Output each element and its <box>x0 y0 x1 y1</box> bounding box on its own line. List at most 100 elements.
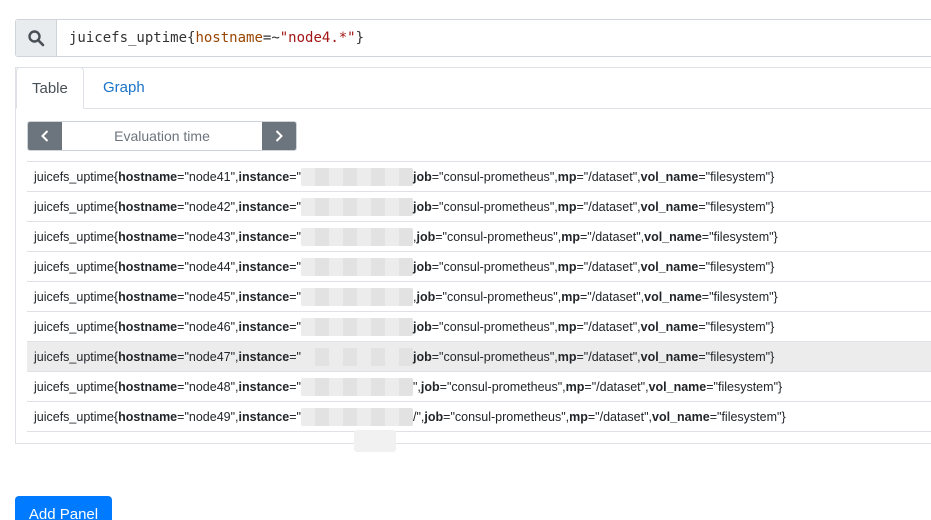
value-mp: /dataset <box>591 289 637 304</box>
expression-input[interactable]: juicefs_uptime{hostname =~ "node4.*"} <box>57 20 931 56</box>
label-vol-name: vol_name <box>644 289 702 304</box>
series-metric: juicefs_uptime <box>34 169 114 184</box>
label-job: job <box>420 379 440 394</box>
label-mp: mp <box>557 199 577 214</box>
table-row: juicefs_uptime{hostname =" node43 ", instan… <box>27 222 931 252</box>
table-row: juicefs_uptime{hostname =" node47 ", instan… <box>27 342 931 372</box>
instance-separator: ", <box>413 379 421 394</box>
label-mp: mp <box>565 379 585 394</box>
redacted-instance <box>301 287 413 306</box>
search-icon <box>28 30 45 47</box>
label-instance: instance <box>238 259 290 274</box>
series-metric: juicefs_uptime <box>34 379 114 394</box>
table-row: juicefs_uptime{hostname =" node46 ", instan… <box>27 312 931 342</box>
table-row: juicefs_uptime{hostname =" node48 ", instan… <box>27 372 931 402</box>
value-mp: /dataset <box>599 409 645 424</box>
label-mp: mp <box>561 289 580 304</box>
search-icon-box <box>16 20 57 56</box>
value-hostname: node41 <box>188 169 231 184</box>
value-job: consul-prometheus <box>454 409 562 424</box>
value-vol-name: filesystem <box>710 199 766 214</box>
series-metric: juicefs_uptime <box>34 349 114 364</box>
table-row: juicefs_uptime{hostname =" node41 ", instan… <box>27 162 931 192</box>
label-job: job <box>413 319 432 334</box>
evaluation-time-picker: Evaluation time <box>27 121 297 151</box>
tab-graph[interactable]: Graph <box>88 67 160 109</box>
label-hostname: hostname <box>118 259 178 274</box>
expression-input-group: juicefs_uptime{hostname =~ "node4.*"} <box>15 19 931 57</box>
value-mp: /dataset <box>588 259 633 274</box>
value-job: consul-prometheus <box>443 169 550 184</box>
value-vol-name: filesystem <box>713 229 770 244</box>
evaluation-time-input[interactable]: Evaluation time <box>62 122 262 150</box>
value-hostname: node46 <box>188 319 231 334</box>
label-instance: instance <box>238 379 290 394</box>
label-job: job <box>413 259 432 274</box>
label-vol-name: vol_name <box>640 259 699 274</box>
value-vol-name: filesystem <box>710 259 766 274</box>
value-hostname: node44 <box>188 259 231 274</box>
prometheus-graph-page: juicefs_uptime{hostname =~ "node4.*"} Tabl… <box>0 0 931 520</box>
query-operator: =~ <box>262 30 280 46</box>
label-vol-name: vol_name <box>644 229 702 244</box>
series-metric: juicefs_uptime <box>34 289 114 304</box>
redacted-instance <box>301 197 413 216</box>
label-job: job <box>424 409 444 424</box>
label-hostname: hostname <box>118 319 178 334</box>
label-mp: mp <box>557 319 577 334</box>
label-hostname: hostname <box>118 349 178 364</box>
label-job: job <box>416 229 436 244</box>
value-vol-name: filesystem <box>717 379 774 394</box>
redaction-smear <box>354 430 396 452</box>
series-metric: juicefs_uptime <box>34 319 114 334</box>
chevron-right-icon <box>275 130 283 142</box>
label-hostname: hostname <box>118 169 178 184</box>
table-row: juicefs_uptime{hostname =" node45 ", instan… <box>27 282 931 312</box>
results-panel: Table Graph Evaluation time juicefs_upti… <box>15 67 931 444</box>
redacted-instance <box>301 167 413 186</box>
value-vol-name: filesystem <box>713 289 770 304</box>
label-vol-name: vol_name <box>640 169 699 184</box>
label-vol-name: vol_name <box>648 379 707 394</box>
value-mp: /dataset <box>591 229 637 244</box>
value-vol-name: filesystem <box>710 319 766 334</box>
value-hostname: node43 <box>188 229 231 244</box>
value-job: consul-prometheus <box>443 319 550 334</box>
table-row: juicefs_uptime{hostname =" node49 ", instan… <box>27 402 931 432</box>
label-job: job <box>413 199 432 214</box>
label-vol-name: vol_name <box>640 199 699 214</box>
label-instance: instance <box>238 199 290 214</box>
label-mp: mp <box>569 409 588 424</box>
value-mp: /dataset <box>588 349 633 364</box>
label-instance: instance <box>238 319 290 334</box>
panel-tabs: Table Graph <box>16 67 931 109</box>
value-hostname: node49 <box>188 409 231 424</box>
query-close-brace: } <box>355 30 365 46</box>
value-mp: /dataset <box>588 319 633 334</box>
value-hostname: node45 <box>188 289 231 304</box>
top-cut-text <box>0 0 931 3</box>
label-mp: mp <box>557 169 577 184</box>
value-mp: /dataset <box>596 379 641 394</box>
add-panel-button[interactable]: Add Panel <box>15 496 112 520</box>
prev-time-button[interactable] <box>28 122 62 150</box>
redacted-instance <box>301 257 413 276</box>
label-instance: instance <box>238 229 290 244</box>
redacted-instance <box>301 377 413 396</box>
redacted-instance <box>301 347 413 366</box>
next-time-button[interactable] <box>262 122 296 150</box>
redacted-instance <box>301 227 413 246</box>
query-label: hostname <box>195 30 263 46</box>
redacted-instance <box>301 317 413 336</box>
series-metric: juicefs_uptime <box>34 259 114 274</box>
query-open-brace: { <box>187 30 196 46</box>
label-mp: mp <box>557 349 577 364</box>
label-job: job <box>416 289 436 304</box>
table-row: juicefs_uptime{hostname =" node44 ", instan… <box>27 252 931 282</box>
tab-table[interactable]: Table <box>16 67 84 109</box>
query-value: "node4.*" <box>279 30 356 46</box>
value-job: consul-prometheus <box>446 229 554 244</box>
value-job: consul-prometheus <box>443 199 550 214</box>
label-instance: instance <box>238 349 290 364</box>
label-hostname: hostname <box>118 379 178 394</box>
